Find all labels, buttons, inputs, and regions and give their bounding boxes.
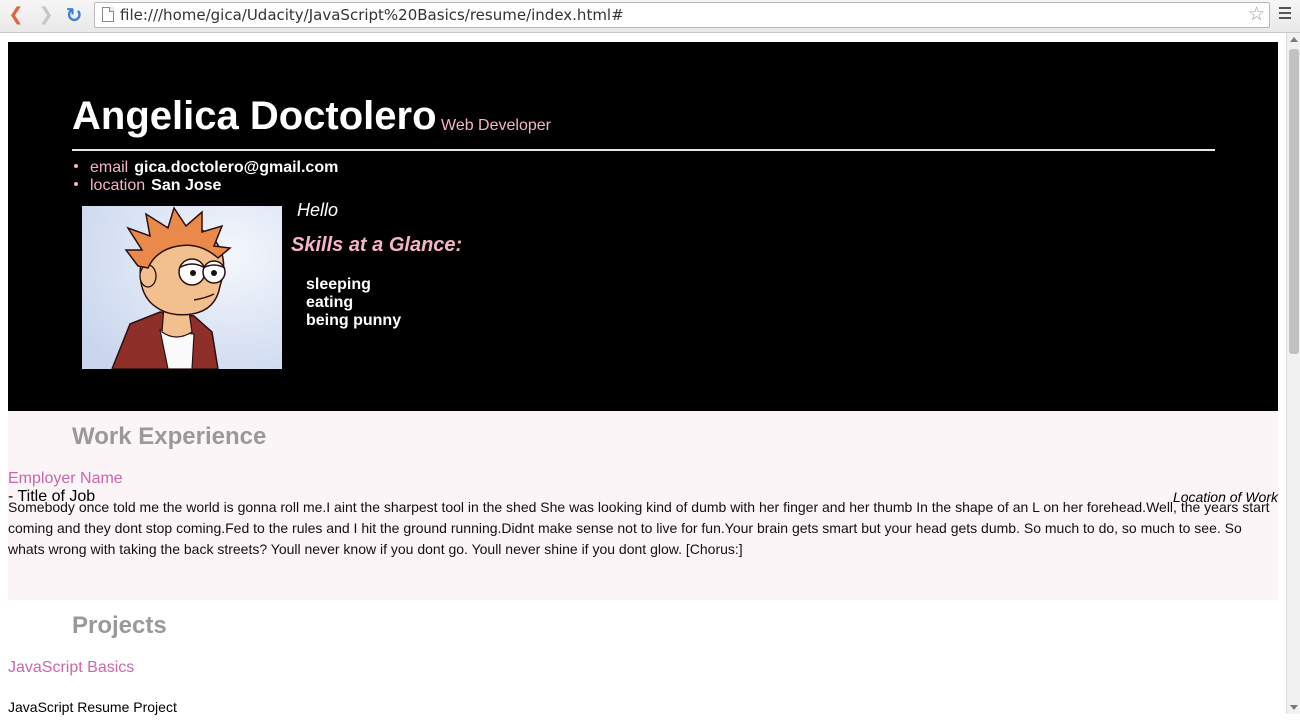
hamburger-menu-icon[interactable] [1279,7,1291,22]
contact-item-location: location San Jose [72,177,338,195]
skills-list: sleeping eating being punny [306,276,401,330]
work-experience-section: Work Experience Employer Name - Title of… [8,411,1278,600]
welcome-message: Hello [297,200,339,220]
project-description: JavaScript Resume Project [8,699,177,715]
bullet-icon [74,182,78,187]
reload-icon[interactable]: ↻ [63,4,85,26]
person-role: Web Developer [441,117,551,134]
resume-page: Angelica Doctolero Web Developer email gi… [8,42,1278,720]
employer-link[interactable]: Employer Name [8,470,123,488]
scroll-down-arrow-icon[interactable] [1290,705,1298,710]
contact-value: gica.doctolero@gmail.com [134,159,339,176]
bullet-icon [74,164,78,169]
scroll-up-arrow-icon[interactable] [1290,37,1298,42]
projects-section: Projects JavaScript Basics JavaScript Re… [8,600,1278,720]
back-arrow-icon[interactable]: ❮ [5,4,27,26]
address-bar[interactable]: file:///home/gica/Udacity/JavaScript%20B… [94,2,1270,28]
contact-label: location [90,177,146,194]
scrollbar-thumb[interactable] [1289,49,1299,354]
resume-header: Angelica Doctolero Web Developer email gi… [8,42,1278,411]
projects-heading: Projects [72,612,167,639]
header-divider [72,149,1215,151]
skills-heading: Skills at a Glance: [291,234,463,256]
skill-item: eating [306,294,354,311]
vertical-scrollbar[interactable] [1286,33,1300,714]
url-text[interactable]: file:///home/gica/Udacity/JavaScript%20B… [120,6,624,24]
work-heading: Work Experience [72,423,267,450]
contact-item-email: email gica.doctolero@gmail.com [72,159,338,177]
contact-label: email [90,159,129,176]
browser-toolbar: ❮ ❯ ↻ file:///home/gica/Udacity/JavaScri… [0,0,1300,33]
skill-item: being punny [306,312,402,329]
person-name: Angelica Doctolero [72,94,437,138]
page-icon [102,7,114,22]
skill-item: sleeping [306,276,371,293]
contact-value: San Jose [151,177,222,194]
bookmark-star-icon[interactable]: ☆ [1248,3,1265,25]
contact-list: email gica.doctolero@gmail.com location Sa… [72,159,338,195]
forward-arrow-icon[interactable]: ❯ [35,4,57,26]
bio-picture [82,206,282,369]
work-description: Somebody once told me the world is gonna… [8,499,1270,557]
project-title-link[interactable]: JavaScript Basics [8,659,134,677]
